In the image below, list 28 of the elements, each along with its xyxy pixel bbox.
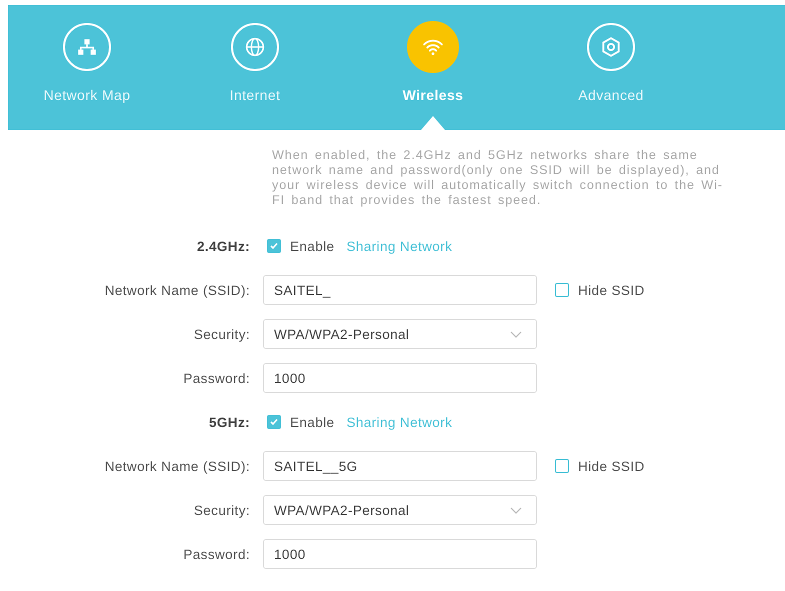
input-field[interactable]: SAITEL_ bbox=[263, 275, 537, 305]
checkbox[interactable] bbox=[555, 459, 569, 473]
field-label: Network Name (SSID): bbox=[104, 458, 251, 474]
checkbox[interactable] bbox=[555, 283, 569, 297]
description-text: When enabled, the 2.4GHz and 5GHz networks share the same network name and password(only one SSID will be displayed), and your wireless device will automatically switch connection to the Wi-FI band that provides the fastest speed. bbox=[272, 148, 724, 208]
check-icon bbox=[269, 417, 279, 427]
enable-label: Enable bbox=[290, 238, 334, 254]
field-label: Network Name (SSID): bbox=[104, 282, 251, 298]
caret-icon bbox=[510, 506, 522, 514]
security-dropdown[interactable]: WPA/WPA2-Personal bbox=[263, 495, 537, 525]
input-field[interactable]: 1000 bbox=[263, 539, 537, 569]
band-label: 5GHz: bbox=[208, 414, 251, 430]
field-label: Password: bbox=[182, 370, 251, 386]
field-label: Security: bbox=[192, 326, 251, 342]
field-label: Password: bbox=[182, 546, 251, 562]
checkbox[interactable] bbox=[267, 415, 281, 429]
field-label: Security: bbox=[192, 502, 251, 518]
enable-label: Enable bbox=[290, 414, 334, 430]
input-field[interactable]: 1000 bbox=[263, 363, 537, 393]
check-icon bbox=[269, 241, 279, 251]
caret-icon bbox=[510, 330, 522, 338]
hide-ssid-label: Hide SSID bbox=[578, 458, 645, 474]
pointer-icon bbox=[421, 116, 445, 130]
checkbox[interactable] bbox=[267, 239, 281, 253]
input-field[interactable]: SAITEL__5G bbox=[263, 451, 537, 481]
security-dropdown[interactable]: WPA/WPA2-Personal bbox=[263, 319, 537, 349]
band-label: 2.4GHz: bbox=[196, 238, 251, 254]
hide-ssid-label: Hide SSID bbox=[578, 282, 645, 298]
